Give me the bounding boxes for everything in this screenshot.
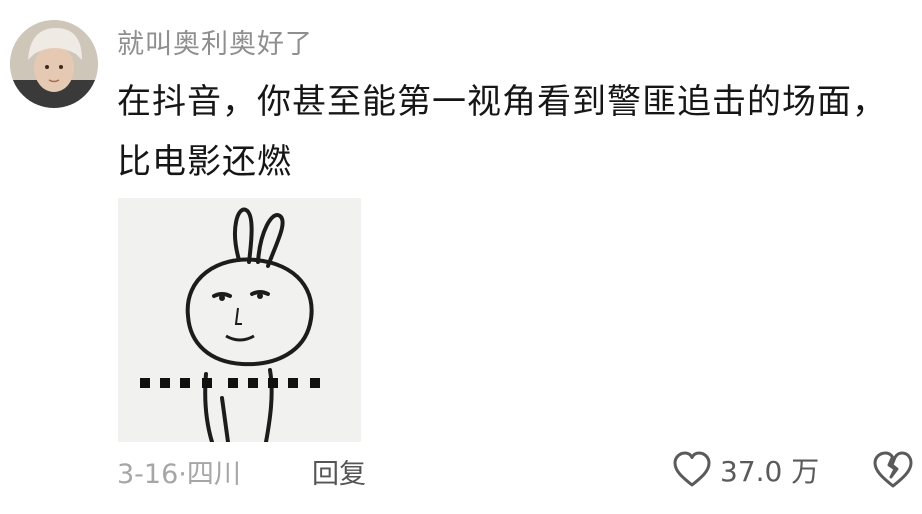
avatar-image [10,20,98,108]
bunny-meme-sticker[interactable] [118,198,361,442]
broken-heart-icon [873,451,913,488]
comment-text: 在抖音，你甚至能第一视角看到警匪追击的场面，比电影还燃 [117,82,887,182]
dislike-button[interactable] [872,450,914,490]
comment-item: 就叫奥利奥好了 在抖音，你甚至能第一视角看到警匪追击的场面，比电影还燃 3-16… [0,0,922,514]
like-count: 37.0 万 [720,455,820,488]
comment-location: 四川 [186,459,241,490]
comment-meta: 3-16·四川 [117,452,241,491]
avatar[interactable] [10,20,98,108]
comment-username[interactable]: 就叫奥利奥好了 [117,22,313,61]
heart-outline-icon [673,451,711,487]
bunny-sticker-drawing [118,198,361,442]
like-button[interactable]: 37.0 万 [672,448,819,492]
meta-separator: · [178,459,187,490]
comment-date: 3-16 [117,459,179,490]
reply-button[interactable]: 回复 [312,452,366,491]
